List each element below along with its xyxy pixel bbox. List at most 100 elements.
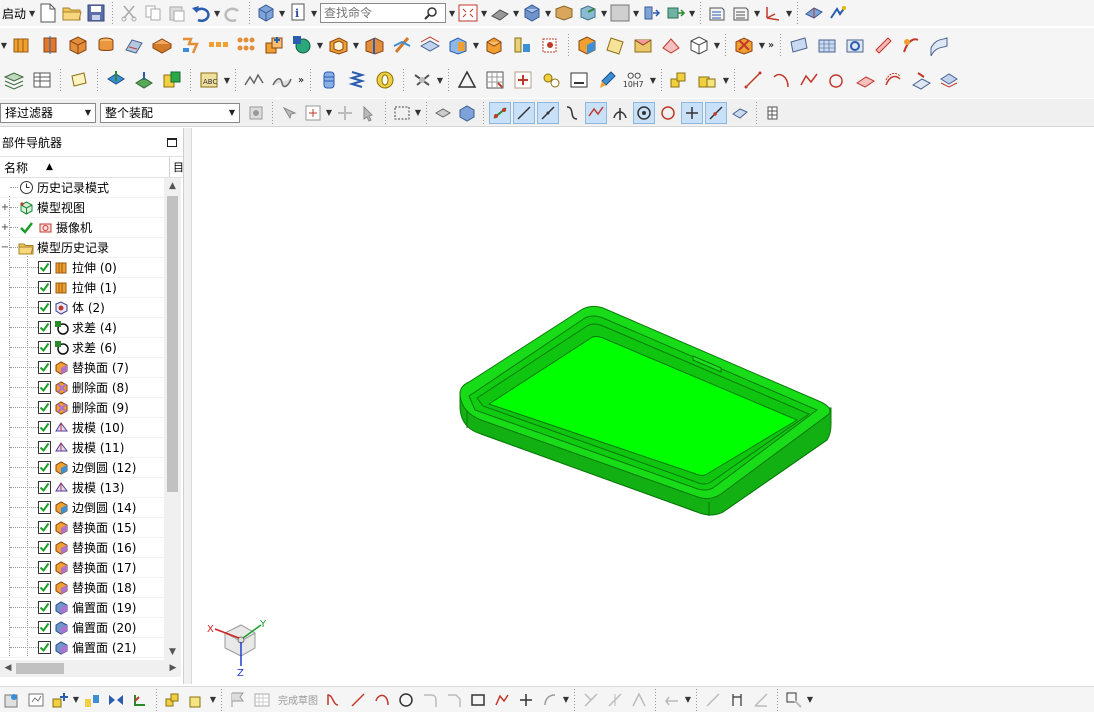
visibility-checkbox[interactable] — [38, 541, 51, 554]
trim-body-icon[interactable] — [361, 32, 387, 58]
paste-icon[interactable] — [166, 2, 188, 24]
studio-surface-icon[interactable] — [870, 32, 896, 58]
fastener-dropdown-arrow[interactable]: ▼ — [436, 73, 444, 87]
undo-dropdown-arrow[interactable]: ▼ — [213, 6, 221, 20]
snap-point-icon[interactable] — [681, 101, 703, 124]
snap-on-face-icon[interactable] — [729, 102, 751, 124]
visibility-checkbox[interactable] — [38, 601, 51, 614]
pattern-array-icon[interactable] — [233, 32, 259, 58]
assembly-variant-dropdown-arrow[interactable]: ▼ — [209, 693, 217, 707]
toolbar-overflow-chevron[interactable]: » — [296, 75, 306, 86]
visibility-checkbox[interactable] — [38, 301, 51, 314]
sketch-chamfer-icon[interactable] — [443, 689, 465, 711]
sew-icon[interactable] — [481, 32, 507, 58]
layer-visible-icon[interactable] — [730, 2, 752, 24]
snap-center-icon[interactable] — [633, 101, 655, 124]
horizontal-scroll-thumb[interactable] — [16, 663, 64, 674]
pull-face-icon[interactable] — [131, 67, 157, 93]
move-component-icon[interactable] — [129, 689, 151, 711]
checkmark-icon[interactable] — [18, 220, 34, 236]
sketch-fillet-icon[interactable] — [419, 689, 441, 711]
extrude-icon[interactable] — [9, 32, 35, 58]
grid-table-icon[interactable] — [482, 67, 508, 93]
start-dropdown-arrow[interactable]: ▼ — [28, 6, 36, 20]
visibility-checkbox[interactable] — [38, 501, 51, 514]
sweep-icon[interactable] — [121, 32, 147, 58]
visibility-checkbox[interactable] — [38, 341, 51, 354]
feature-tree-row[interactable]: 边倒圆 (14) — [0, 498, 164, 518]
resize-blend-dropdown-arrow[interactable]: ▼ — [223, 73, 231, 87]
offset-curve-icon[interactable] — [880, 67, 906, 93]
visibility-checkbox[interactable] — [38, 381, 51, 394]
search-dropdown-arrow[interactable]: ▼ — [448, 6, 456, 20]
feature-tree-row[interactable]: 拉伸 (0) — [0, 258, 164, 278]
visibility-checkbox[interactable] — [38, 581, 51, 594]
hole-icon[interactable] — [149, 32, 175, 58]
sketch-extend-icon[interactable] — [604, 689, 626, 711]
add-component-dropdown-arrow[interactable]: ▼ — [72, 693, 80, 707]
dimension-angle-icon[interactable] — [750, 689, 772, 711]
box-icon[interactable] — [255, 2, 277, 24]
expand-plus-icon[interactable]: + — [0, 202, 10, 213]
dimension-vertical-icon[interactable] — [726, 689, 748, 711]
analysis-icon[interactable] — [827, 2, 849, 24]
select-filter-dropdown-arrow[interactable]: ▼ — [325, 106, 333, 120]
snap-quadrant-icon[interactable] — [657, 102, 679, 124]
layer-settings-icon[interactable] — [706, 2, 728, 24]
shell-dropdown-arrow[interactable]: ▼ — [352, 38, 360, 52]
command-search-input[interactable] — [324, 6, 425, 20]
snap-arc-center-icon[interactable] — [609, 102, 631, 124]
wcs-dropdown-arrow[interactable]: ▼ — [785, 6, 793, 20]
feature-tree-row[interactable]: 替换面 (15) — [0, 518, 164, 538]
face-blend-icon[interactable] — [731, 32, 757, 58]
layer-stack-icon[interactable] — [1, 67, 27, 93]
dimension-icon[interactable] — [702, 689, 724, 711]
feature-tree-row[interactable]: 拔模 (10) — [0, 418, 164, 438]
edit-object-display-icon[interactable] — [665, 2, 687, 24]
feature-tree-row[interactable]: 求差 (4) — [0, 318, 164, 338]
snap-view-icon[interactable] — [803, 2, 825, 24]
visibility-checkbox[interactable] — [38, 561, 51, 574]
select-filter-icon[interactable] — [302, 102, 324, 124]
wcs-icon[interactable] — [762, 2, 784, 24]
scroll-left-icon[interactable]: ◀ — [0, 660, 16, 677]
orient-view-icon[interactable] — [489, 2, 511, 24]
visibility-checkbox[interactable] — [38, 361, 51, 374]
snap-intersection-icon[interactable] — [585, 101, 607, 124]
tolerance-dropdown-arrow[interactable]: ▼ — [649, 73, 657, 87]
expand-plus-icon[interactable]: + — [0, 222, 10, 233]
assembly-dropdown-arrow[interactable]: ▼ — [722, 73, 730, 87]
info-dropdown-arrow[interactable]: ▼ — [310, 6, 318, 20]
render-dropdown-arrow[interactable]: ▼ — [544, 6, 552, 20]
law-extension-icon[interactable] — [898, 32, 924, 58]
thicken-icon[interactable] — [445, 32, 471, 58]
select-settings-icon[interactable] — [245, 102, 267, 124]
revolve-icon[interactable] — [37, 32, 63, 58]
view-triad[interactable]: X Y Z — [207, 619, 267, 679]
fastener-icon[interactable] — [409, 67, 435, 93]
name-column-header[interactable]: 名称 ▲ — [0, 159, 169, 176]
second-column-header[interactable]: 目 — [169, 157, 184, 177]
visibility-checkbox[interactable] — [38, 461, 51, 474]
cylinder-icon[interactable] — [93, 32, 119, 58]
feature-tree-row[interactable]: 拔模 (11) — [0, 438, 164, 458]
tray-model[interactable] — [459, 305, 832, 516]
through-curves-icon[interactable] — [630, 32, 656, 58]
sheet-surface-icon[interactable] — [786, 32, 812, 58]
constraint-icon[interactable] — [105, 689, 127, 711]
visibility-checkbox[interactable] — [38, 641, 51, 654]
thicken-dropdown-arrow[interactable]: ▼ — [472, 38, 480, 52]
drawing-sheet-icon[interactable] — [566, 67, 592, 93]
feature-tree-row[interactable]: 替换面 (18) — [0, 578, 164, 598]
sketch-corner-icon[interactable] — [628, 689, 650, 711]
snap-on-curve-icon[interactable] — [705, 101, 727, 124]
navigator-vertical-scrollbar[interactable]: ▲ ▼ — [164, 178, 181, 660]
sketch-offset-dropdown-arrow[interactable]: ▼ — [562, 693, 570, 707]
navigator-splitter[interactable] — [184, 128, 192, 684]
sketch-mirror-dropdown-arrow[interactable]: ▼ — [684, 693, 692, 707]
feature-toolbar-grip[interactable]: ▼ — [0, 38, 8, 52]
unite-icon[interactable] — [261, 32, 287, 58]
layer-dropdown-arrow[interactable]: ▼ — [753, 6, 761, 20]
visibility-checkbox[interactable] — [38, 441, 51, 454]
snap-enable-icon[interactable] — [489, 101, 511, 124]
